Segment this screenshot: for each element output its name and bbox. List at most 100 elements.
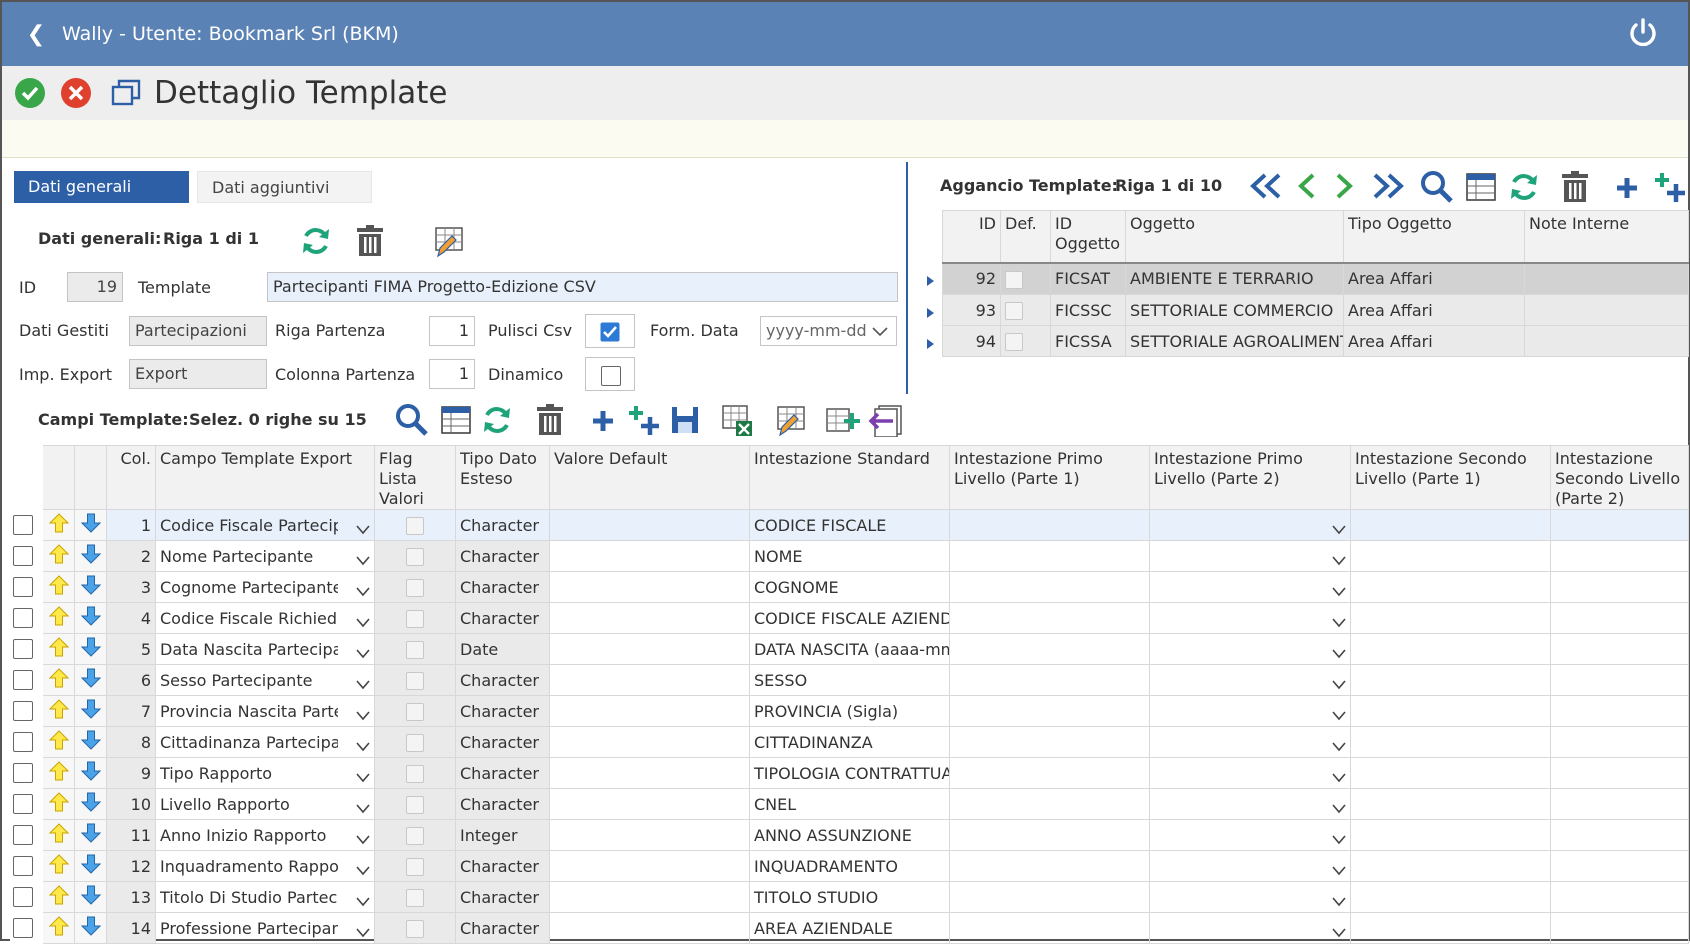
col-header-tipo-oggetto[interactable]: Tipo Oggetto bbox=[1343, 210, 1525, 263]
cell-int-primo-1[interactable] bbox=[949, 788, 1150, 820]
cell-int-primo-2[interactable] bbox=[1149, 788, 1351, 820]
cell-valore-default[interactable] bbox=[549, 726, 750, 758]
col-header-def[interactable]: Def. bbox=[1000, 210, 1051, 263]
cell-valore-default[interactable] bbox=[549, 881, 750, 913]
cell-int-secondo-2[interactable] bbox=[1550, 788, 1689, 820]
cell-int-secondo-1[interactable] bbox=[1350, 664, 1551, 696]
flag-checkbox[interactable] bbox=[406, 702, 424, 721]
cell-campo-select[interactable]: Codice Fiscale Partecipante bbox=[155, 509, 375, 541]
row-checkbox[interactable] bbox=[13, 794, 33, 815]
cell-int-primo-2[interactable] bbox=[1149, 912, 1351, 944]
add-multiple-icon[interactable] bbox=[1652, 170, 1688, 204]
flag-checkbox[interactable] bbox=[406, 888, 424, 907]
cell-int-secondo-2[interactable] bbox=[1550, 633, 1689, 665]
cell-int-secondo-1[interactable] bbox=[1350, 695, 1551, 727]
move-up-button[interactable] bbox=[42, 881, 75, 913]
table-row[interactable]: 2 Nome Partecipante Character NOME bbox=[10, 540, 1689, 572]
campi-trash-icon[interactable] bbox=[535, 403, 565, 437]
row-checkbox[interactable] bbox=[13, 701, 33, 722]
cell-valore-default[interactable] bbox=[549, 695, 750, 727]
aggancio-refresh-icon[interactable] bbox=[1507, 170, 1541, 204]
campi-refresh-icon[interactable] bbox=[480, 403, 514, 437]
col-header-note-interne[interactable]: Note Interne bbox=[1524, 210, 1689, 263]
cell-int-secondo-1[interactable] bbox=[1350, 788, 1551, 820]
row-pointer-icon[interactable] bbox=[926, 275, 935, 287]
cell-int-secondo-1[interactable] bbox=[1350, 602, 1551, 634]
cell-valore-default[interactable] bbox=[549, 602, 750, 634]
cell-campo-select[interactable]: Anno Inizio Rapporto bbox=[155, 819, 375, 851]
cell-int-secondo-2[interactable] bbox=[1550, 912, 1689, 944]
row-checkbox[interactable] bbox=[13, 577, 33, 598]
row-checkbox[interactable] bbox=[13, 856, 33, 877]
row-checkbox[interactable] bbox=[13, 670, 33, 691]
cell-int-standard[interactable]: INQUADRAMENTO bbox=[749, 850, 950, 882]
flag-checkbox[interactable] bbox=[406, 795, 424, 814]
template-input[interactable]: Partecipanti FIMA Progetto-Edizione CSV bbox=[267, 272, 898, 302]
colonna-partenza-input[interactable]: 1 bbox=[429, 359, 475, 389]
move-down-button[interactable] bbox=[74, 540, 107, 572]
tab-dati-aggiuntivi[interactable]: Dati aggiuntivi bbox=[197, 171, 372, 203]
row-checkbox[interactable] bbox=[13, 546, 33, 567]
cell-int-secondo-1[interactable] bbox=[1350, 819, 1551, 851]
flag-checkbox[interactable] bbox=[406, 640, 424, 659]
campi-search-icon[interactable] bbox=[395, 403, 429, 437]
move-down-button[interactable] bbox=[74, 726, 107, 758]
cell-int-primo-1[interactable] bbox=[949, 540, 1150, 572]
move-up-button[interactable] bbox=[42, 850, 75, 882]
row-checkbox[interactable] bbox=[13, 763, 33, 784]
cell-valore-default[interactable] bbox=[549, 819, 750, 851]
move-down-button[interactable] bbox=[74, 571, 107, 603]
cell-int-standard[interactable]: AREA AZIENDALE bbox=[749, 912, 950, 944]
cell-int-primo-1[interactable] bbox=[949, 819, 1150, 851]
col-header-id-oggetto[interactable]: ID Oggetto bbox=[1050, 210, 1126, 263]
col-header-int-standard[interactable]: Intestazione Standard bbox=[749, 445, 950, 510]
next-page-icon[interactable] bbox=[1332, 170, 1356, 202]
cell-int-primo-1[interactable] bbox=[949, 726, 1150, 758]
cell-int-secondo-1[interactable] bbox=[1350, 633, 1551, 665]
move-down-button[interactable] bbox=[74, 788, 107, 820]
pulisci-csv-checkbox[interactable] bbox=[600, 322, 620, 342]
cell-campo-select[interactable]: Data Nascita Partecipante bbox=[155, 633, 375, 665]
move-down-button[interactable] bbox=[74, 912, 107, 944]
move-up-button[interactable] bbox=[42, 695, 75, 727]
col-header-campo[interactable]: Campo Template Export bbox=[155, 445, 375, 510]
flag-checkbox[interactable] bbox=[406, 764, 424, 783]
cell-int-secondo-1[interactable] bbox=[1350, 571, 1551, 603]
cell-valore-default[interactable] bbox=[549, 540, 750, 572]
table-row[interactable]: 92 FICSAT AMBIENTE E TERRARIO Area Affar… bbox=[942, 262, 1689, 295]
def-checkbox[interactable] bbox=[1005, 332, 1023, 351]
move-down-button[interactable] bbox=[74, 819, 107, 851]
cell-int-secondo-2[interactable] bbox=[1550, 571, 1689, 603]
table-row[interactable]: 1Codice Fiscale Partecipante Character COD… bbox=[10, 509, 1689, 541]
cell-int-primo-1[interactable] bbox=[949, 664, 1150, 696]
move-up-button[interactable] bbox=[42, 788, 75, 820]
row-checkbox[interactable] bbox=[13, 918, 33, 939]
cell-int-standard[interactable]: SESSO bbox=[749, 664, 950, 696]
campi-add-icon[interactable] bbox=[590, 408, 616, 434]
cell-int-primo-2[interactable] bbox=[1149, 695, 1351, 727]
cell-campo-select[interactable]: Titolo Di Studio Partecipante bbox=[155, 881, 375, 913]
move-down-button[interactable] bbox=[74, 664, 107, 696]
cell-int-primo-2[interactable] bbox=[1149, 540, 1351, 572]
col-header-oggetto[interactable]: Oggetto bbox=[1125, 210, 1344, 263]
last-page-icon[interactable] bbox=[1369, 170, 1407, 202]
excel-export-icon[interactable] bbox=[720, 403, 754, 437]
flag-checkbox[interactable] bbox=[406, 919, 424, 938]
cell-int-standard[interactable]: CODICE FISCALE bbox=[749, 509, 950, 541]
move-up-button[interactable] bbox=[42, 571, 75, 603]
flag-checkbox[interactable] bbox=[406, 609, 424, 628]
aggancio-trash-icon[interactable] bbox=[1560, 170, 1590, 204]
table-row[interactable]: 93 FICSSC SETTORIALE COMMERCIO Area Affa… bbox=[942, 294, 1689, 326]
cell-int-primo-2[interactable] bbox=[1149, 509, 1351, 541]
trash-icon[interactable] bbox=[355, 224, 385, 258]
tab-dati-generali[interactable]: Dati generali bbox=[14, 171, 189, 203]
row-pointer-icon[interactable] bbox=[926, 338, 935, 350]
row-pointer-icon[interactable] bbox=[926, 307, 935, 319]
cell-int-standard[interactable]: CODICE FISCALE AZIENDA bbox=[749, 602, 950, 634]
cell-int-primo-1[interactable] bbox=[949, 850, 1150, 882]
col-header-tipo-dato[interactable]: Tipo Dato Esteso bbox=[455, 445, 550, 510]
cell-int-standard[interactable]: NOME bbox=[749, 540, 950, 572]
power-icon[interactable] bbox=[1626, 16, 1660, 50]
def-checkbox[interactable] bbox=[1005, 301, 1023, 320]
cell-int-standard[interactable]: ANNO ASSUNZIONE bbox=[749, 819, 950, 851]
